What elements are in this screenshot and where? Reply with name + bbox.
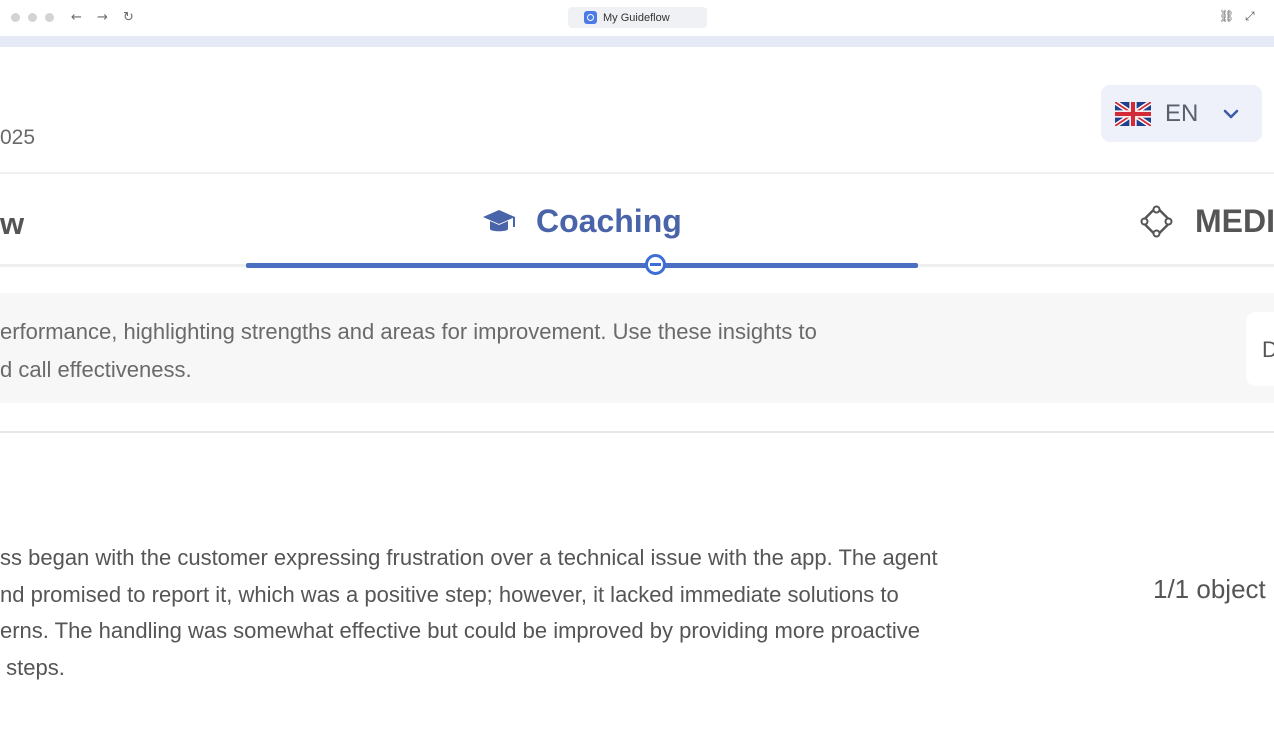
cursor-indicator xyxy=(645,254,666,275)
reload-icon[interactable]: ↻ xyxy=(123,9,134,27)
summary-line: erns. The handling was somewhat effectiv… xyxy=(0,618,921,644)
guideflow-favicon-icon xyxy=(584,11,597,24)
active-tab-indicator xyxy=(246,263,918,268)
tab-coaching[interactable]: Coaching xyxy=(482,203,682,240)
window-close-dot[interactable] xyxy=(11,13,20,22)
forward-icon[interactable]: → xyxy=(97,9,108,27)
window-minimize-dot[interactable] xyxy=(28,13,37,22)
language-selector[interactable]: EN xyxy=(1101,85,1262,142)
browser-chrome: ← → ↻ My Guideflow ⛓ ⤢ xyxy=(0,0,1274,36)
language-code: EN xyxy=(1165,99,1199,127)
description-line: d call effectiveness. xyxy=(0,357,192,382)
header-divider xyxy=(0,172,1274,174)
summary-line: ss began with the customer expressing fr… xyxy=(0,545,938,570)
browser-progress-strip xyxy=(0,36,1274,47)
chevron-down-icon xyxy=(1223,109,1239,118)
meddic-icon xyxy=(1140,205,1173,238)
window-zoom-dot[interactable] xyxy=(45,13,54,22)
link-icon[interactable]: ⛓ xyxy=(1219,9,1234,23)
coaching-description: erformance, highlighting strengths and a… xyxy=(0,313,817,389)
summary-line: nd promised to report it, which was a po… xyxy=(0,581,899,607)
tab-meddic-label: MEDI xyxy=(1195,203,1274,239)
tab-overview[interactable]: w xyxy=(0,206,24,242)
description-line: erformance, highlighting strengths and a… xyxy=(0,319,817,344)
side-action-label: D xyxy=(1262,337,1274,362)
section-divider xyxy=(0,431,1274,433)
objective-count: 1/1 object xyxy=(1153,574,1266,604)
browser-tab[interactable]: My Guideflow xyxy=(568,7,707,28)
call-date: 025 xyxy=(0,126,36,149)
tab-coaching-label: Coaching xyxy=(536,203,682,239)
tab-meddic[interactable]: MEDI xyxy=(1140,203,1274,240)
expand-icon[interactable]: ⤢ xyxy=(1245,9,1255,24)
summary-line: steps. xyxy=(0,655,65,681)
browser-tab-title: My Guideflow xyxy=(603,11,670,24)
coaching-summary: ss began with the customer expressing fr… xyxy=(0,540,938,687)
graduation-cap-icon xyxy=(483,209,515,231)
uk-flag-icon xyxy=(1115,101,1151,126)
back-icon[interactable]: ← xyxy=(71,9,82,27)
